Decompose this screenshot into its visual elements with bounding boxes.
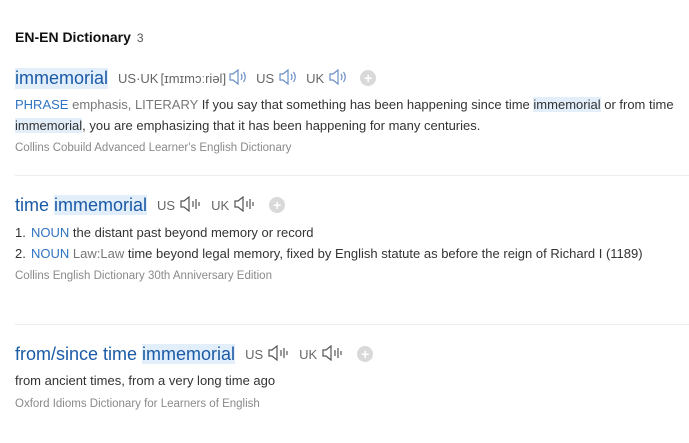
speaker-icon[interactable]: [233, 195, 257, 215]
sense-item: 1. NOUN the distant past beyond memory o…: [15, 223, 675, 244]
divider: [15, 324, 689, 325]
speaker-icon[interactable]: [278, 68, 298, 88]
pron-uk-label: UK: [299, 346, 318, 362]
entry-headline: time immemorial US UK +: [15, 192, 689, 218]
section-title: EN-EN Dictionary: [15, 29, 131, 45]
result-count: 3: [136, 31, 144, 45]
def-highlight-2: immemorial: [15, 117, 83, 133]
entry-headline: immemorial US·UK [ɪmɪmɔːriəl] US UK +: [15, 65, 689, 91]
pronunciations: US UK +: [157, 195, 286, 215]
headword-prefix: from/since time: [15, 343, 138, 364]
pos-tag: NOUN: [31, 245, 70, 261]
headword[interactable]: time immemorial: [15, 194, 148, 216]
def-text-2: or from time: [604, 97, 674, 112]
speaker-icon[interactable]: [321, 344, 345, 364]
pron-us-label: US: [256, 70, 275, 86]
sense-number: 2.: [15, 245, 26, 261]
headword-prefix: time: [15, 194, 50, 215]
entry-headline: from/since time immemorial US UK +: [15, 341, 689, 367]
register-tag: emphasis, LITERARY: [72, 97, 199, 112]
pronunciations: US UK +: [245, 344, 374, 364]
pos-tag: PHRASE: [15, 97, 69, 112]
headword-highlight: immemorial: [54, 194, 148, 215]
pron-uk-label: UK: [306, 70, 325, 86]
speaker-icon[interactable]: [267, 344, 291, 364]
add-to-wordbook-icon[interactable]: +: [360, 70, 377, 86]
speaker-icon[interactable]: [179, 195, 203, 215]
add-to-wordbook-icon[interactable]: +: [357, 346, 374, 362]
def-text-3: , you are emphasizing that it has been h…: [82, 117, 481, 133]
add-to-wordbook-icon[interactable]: +: [269, 197, 286, 213]
source-label: Collins English Dictionary 30th Annivers…: [15, 270, 272, 282]
pron-usuk-label: US·UK: [118, 70, 159, 86]
def-text-1: If you say that something has been happe…: [201, 97, 530, 112]
speaker-icon[interactable]: [228, 68, 248, 88]
entry-time-immemorial: time immemorial US UK + 1. NOUN the dist…: [15, 192, 689, 282]
entry-from-since-time-immemorial: from/since time immemorial US UK + from …: [15, 341, 689, 410]
definition: PHRASE emphasis, LITERARY If you say tha…: [15, 95, 675, 136]
ipa-text: [ɪmɪmɔːriəl]: [160, 70, 227, 86]
divider: [15, 175, 689, 176]
speaker-icon[interactable]: [328, 68, 348, 88]
headword-highlight: immemorial: [142, 343, 236, 364]
sense-list: 1. NOUN the distant past beyond memory o…: [15, 223, 675, 264]
sense-number: 1.: [15, 225, 26, 240]
sense-text: the distant past beyond memory or record: [72, 225, 314, 240]
pron-us-label: US: [157, 197, 176, 213]
pron-us-label: US: [245, 346, 264, 362]
sense-text: time beyond legal memory, fixed by Engli…: [127, 245, 643, 261]
source-label: Collins Cobuild Advanced Learner's Engli…: [15, 142, 292, 154]
domain-tag: Law:Law: [72, 245, 125, 261]
def-highlight-1: immemorial: [533, 97, 601, 112]
headword[interactable]: from/since time immemorial: [15, 343, 236, 365]
pron-uk-label: UK: [211, 197, 230, 213]
section-header: EN-EN Dictionary 3: [15, 29, 144, 45]
pos-tag: NOUN: [31, 225, 70, 240]
headword[interactable]: immemorial: [15, 67, 109, 89]
sense-item: 2. NOUN Law:Law time beyond legal memory…: [15, 244, 675, 265]
definition: from ancient times, from a very long tim…: [15, 373, 276, 388]
entry-immemorial: immemorial US·UK [ɪmɪmɔːriəl] US UK + PH…: [15, 65, 689, 154]
source-label: Oxford Idioms Dictionary for Learners of…: [15, 397, 260, 410]
pronunciations: US·UK [ɪmɪmɔːriəl] US UK +: [118, 68, 377, 88]
